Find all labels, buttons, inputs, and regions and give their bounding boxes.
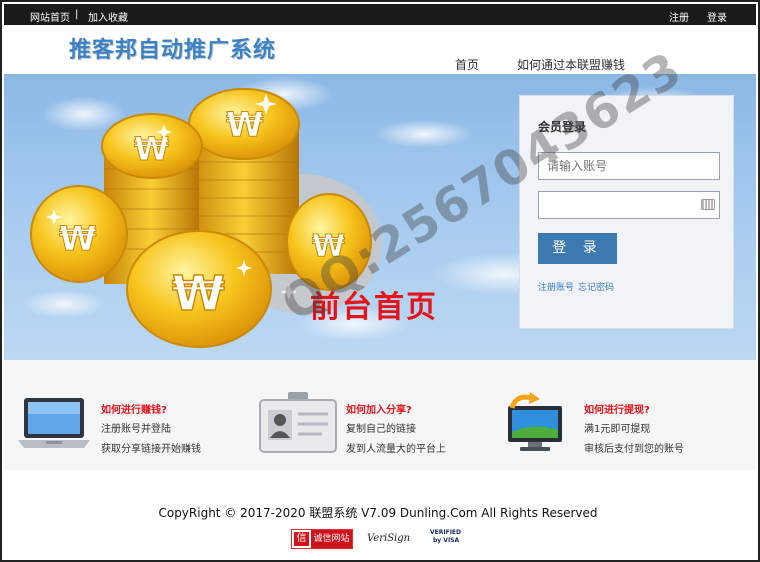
keyboard-icon[interactable]: [701, 199, 715, 210]
login-link[interactable]: 登录: [707, 9, 727, 24]
trust-badge-visa[interactable]: VERIFIED by VISA: [430, 529, 462, 549]
id-card-icon: [259, 392, 337, 453]
chengxin-logo-icon: 信: [294, 532, 309, 546]
feature-1-line2: 获取分享链接开始赚钱: [101, 444, 201, 455]
feature-1-heading: 如何进行赚钱?: [101, 405, 167, 416]
top-bar: 网站首页 | 加入收藏 注册 登录: [4, 4, 756, 25]
trust-badge-verisign[interactable]: VeriSign: [364, 529, 412, 549]
verisign-label: VeriSign: [367, 533, 411, 544]
laptop-icon: [18, 398, 90, 448]
forgot-password-link[interactable]: 忘记密码: [578, 283, 614, 293]
feature-3-heading: 如何进行提现?: [584, 405, 650, 416]
visa-label: by VISA: [433, 537, 460, 544]
feature-2-heading: 如何加入分享?: [346, 405, 412, 416]
page-frame: 网站首页 | 加入收藏 注册 登录 推客邦自动推广系统 首页 如何通过本联盟赚钱: [0, 0, 760, 562]
feature-2-line1: 复制自己的链接: [346, 424, 416, 435]
chengxin-badge-label: 诚信网站: [311, 530, 352, 548]
nav-earn[interactable]: 如何通过本联盟赚钱: [517, 56, 625, 73]
topbar-separator: |: [75, 9, 79, 20]
password-field[interactable]: [538, 191, 720, 219]
login-button[interactable]: 登 录: [538, 233, 617, 264]
bookmark-link[interactable]: 加入收藏: [88, 9, 128, 24]
register-link[interactable]: 注册: [669, 9, 689, 24]
svg-text:₩: ₩: [59, 219, 97, 259]
svg-text:₩: ₩: [226, 105, 264, 145]
home-link[interactable]: 网站首页: [30, 9, 70, 24]
register-account-link[interactable]: 注册账号: [538, 283, 574, 293]
features-section: 如何进行赚钱? 注册账号并登陆 获取分享链接开始赚钱 如何加入分享? 复制自己的…: [4, 360, 756, 470]
feature-3-line2: 审核后支付到您的账号: [584, 444, 684, 455]
login-links: 注册账号 忘记密码: [538, 280, 618, 293]
copyright-text: CopyRight © 2017-2020 联盟系统 V7.09 Dunling…: [158, 506, 598, 520]
feature-3-line1: 满1元即可提现: [584, 424, 651, 435]
feature-2-line2: 发到人流量大的平台上: [346, 444, 446, 455]
monitor-refresh-icon: [508, 392, 562, 451]
svg-text:₩: ₩: [172, 266, 225, 322]
visa-verified-label: VERIFIED: [430, 529, 462, 536]
site-logo[interactable]: 推客邦自动推广系统: [69, 32, 276, 64]
feature-1-line1: 注册账号并登陆: [101, 424, 171, 435]
trust-badge-chengxin[interactable]: 信 诚信网站: [291, 529, 353, 549]
nav-home[interactable]: 首页: [455, 56, 479, 73]
